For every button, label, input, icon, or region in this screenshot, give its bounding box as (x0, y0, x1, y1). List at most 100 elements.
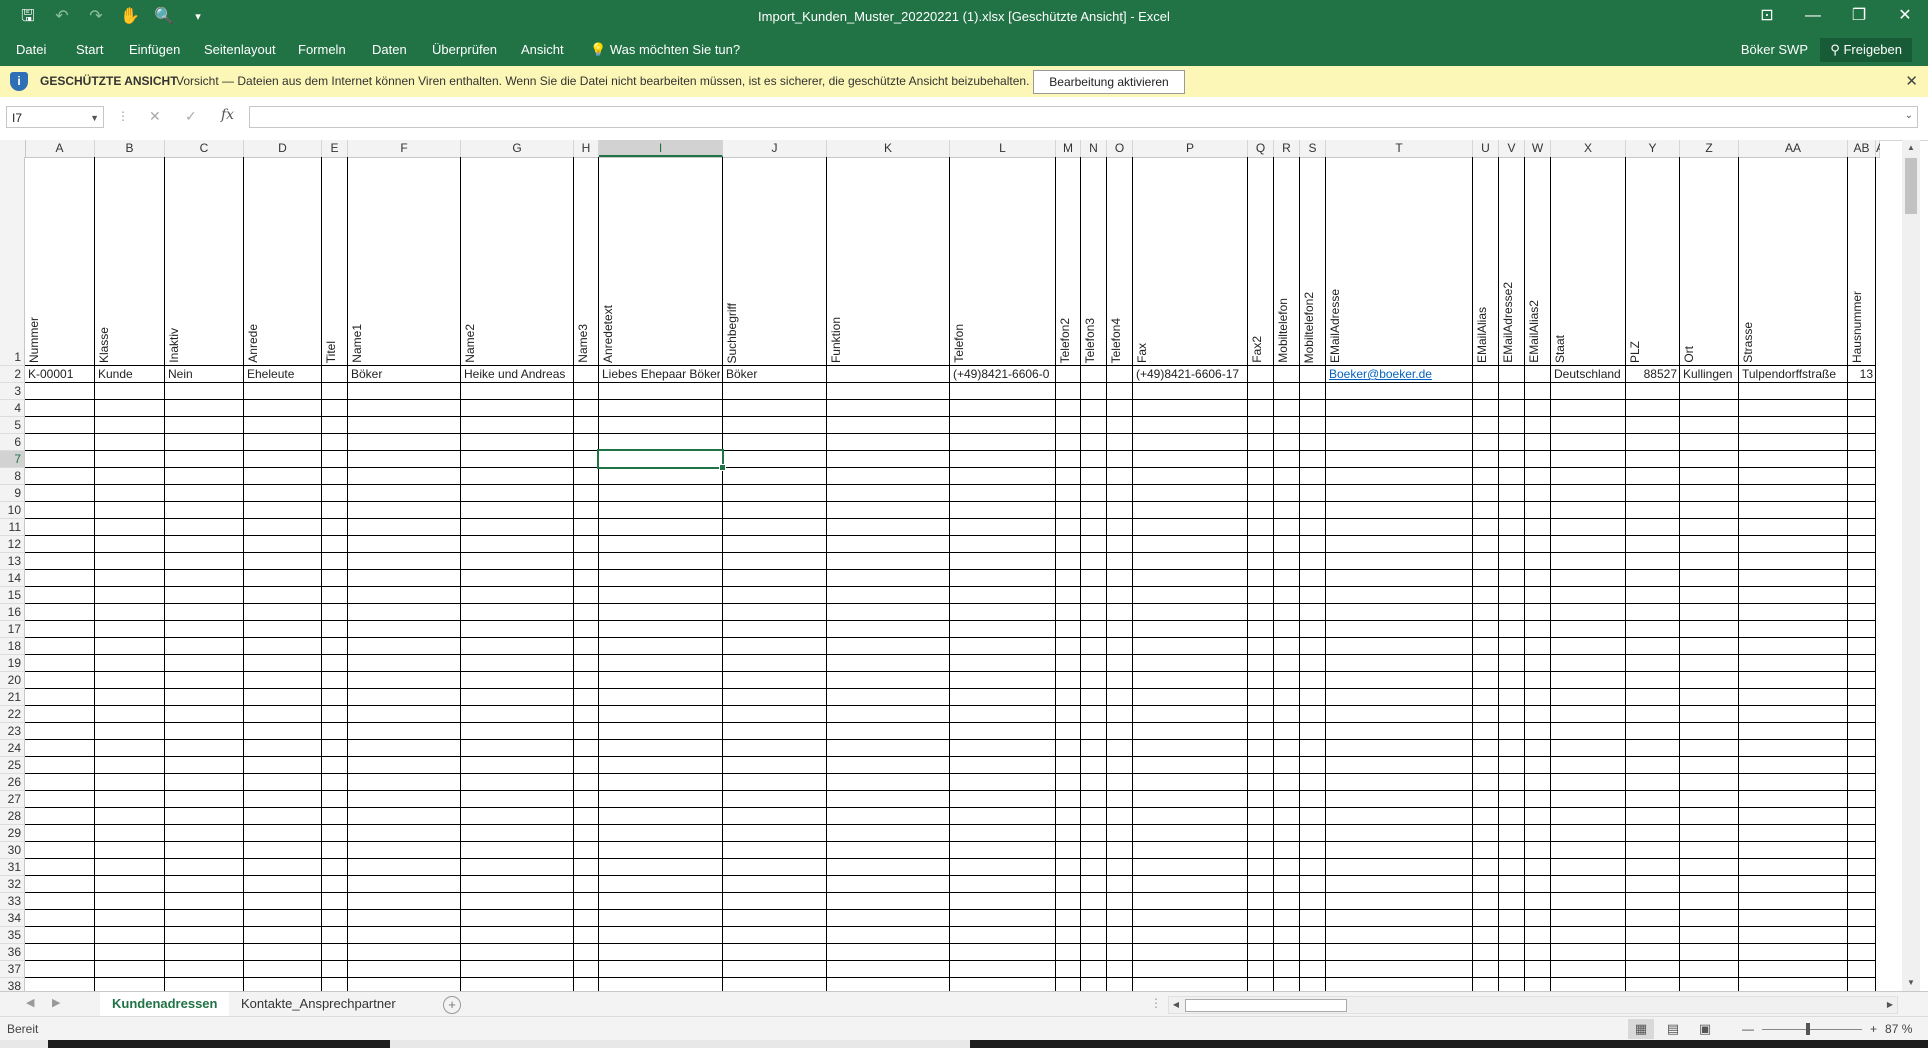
row-header-32[interactable]: 32 (0, 876, 25, 893)
column-header-r[interactable]: R (1274, 140, 1300, 157)
row-header-11[interactable]: 11 (0, 519, 25, 536)
row-header-15[interactable]: 15 (0, 587, 25, 604)
header-cell-j[interactable]: Suchbegriff (725, 303, 741, 364)
scroll-right-icon[interactable]: ▶ (1883, 997, 1897, 1013)
row-header-38[interactable]: 38 (0, 978, 25, 991)
row-header-1[interactable]: 1 (0, 157, 25, 366)
header-cell-aa[interactable]: Strasse (1741, 322, 1757, 363)
zoom-slider[interactable] (1762, 1022, 1862, 1035)
formula-input[interactable]: ⌄ (249, 106, 1918, 128)
row-header-17[interactable]: 17 (0, 621, 25, 638)
column-header-o[interactable]: O (1107, 140, 1133, 157)
row-header-7[interactable]: 7 (0, 451, 25, 468)
cell-b2[interactable]: Kunde (98, 366, 162, 383)
cell-j2[interactable]: Böker (726, 366, 824, 383)
row-header-37[interactable]: 37 (0, 961, 25, 978)
splitter-icon[interactable]: ⋮ (117, 109, 129, 123)
cell-ab2[interactable]: 13 (1851, 366, 1873, 383)
header-cell-s[interactable]: Mobiltelefon2 (1302, 292, 1318, 363)
restore-icon[interactable]: ❐ (1836, 0, 1882, 34)
header-cell-l[interactable]: Telefon (952, 324, 968, 363)
column-header-t[interactable]: T (1326, 140, 1473, 157)
column-header-i[interactable]: I (599, 140, 723, 157)
tab-start[interactable]: Start (76, 42, 103, 57)
row-header-29[interactable]: 29 (0, 825, 25, 842)
header-cell-t[interactable]: EMailAdresse (1328, 289, 1344, 363)
header-cell-z[interactable]: Ort (1682, 346, 1698, 363)
header-cell-x[interactable]: Staat (1553, 335, 1569, 363)
header-cell-c[interactable]: Inaktiv (167, 328, 183, 363)
prev-sheet-icon[interactable]: ◀ (26, 996, 34, 1009)
minimize-icon[interactable]: — (1790, 0, 1836, 34)
sheet-tab-kundenadressen[interactable]: Kundenadressen (100, 992, 230, 1019)
cell-t2[interactable]: Boeker@boeker.de (1329, 366, 1470, 383)
header-cell-e[interactable]: Titel (324, 341, 340, 363)
tab-einfuegen[interactable]: Einfügen (129, 42, 180, 57)
row-header-8[interactable]: 8 (0, 468, 25, 485)
zoom-level[interactable]: 87 % (1885, 1022, 1912, 1036)
row-header-26[interactable]: 26 (0, 774, 25, 791)
row-header-4[interactable]: 4 (0, 400, 25, 417)
column-header-aa[interactable]: AA (1739, 140, 1848, 157)
vertical-scrollbar[interactable]: ▲ ▼ (1902, 140, 1920, 991)
column-header-j[interactable]: J (723, 140, 827, 157)
expand-formula-icon[interactable]: ⌄ (1905, 110, 1913, 121)
row-header-31[interactable]: 31 (0, 859, 25, 876)
scroll-left-icon[interactable]: ◀ (1169, 997, 1183, 1013)
header-cell-v[interactable]: EMailAdresse2 (1501, 282, 1517, 363)
enable-editing-button[interactable]: Bearbeitung aktivieren (1033, 70, 1185, 94)
cell-aa2[interactable]: Tulpendorffstraße (1742, 366, 1845, 383)
header-cell-n[interactable]: Telefon3 (1083, 318, 1099, 363)
column-header-z[interactable]: Z (1680, 140, 1739, 157)
row-header-2[interactable]: 2 (0, 366, 25, 383)
column-header-p[interactable]: P (1133, 140, 1248, 157)
header-cell-f[interactable]: Name1 (350, 324, 366, 363)
tab-formeln[interactable]: Formeln (298, 42, 346, 57)
cell-z2[interactable]: Kullingen (1683, 366, 1736, 383)
cell-p2[interactable]: (+49)8421-6606-17 (1136, 366, 1245, 383)
header-cell-ac[interactable]: Info (1878, 343, 1880, 363)
row-header-16[interactable]: 16 (0, 604, 25, 621)
fill-handle[interactable] (719, 464, 726, 471)
column-header-q[interactable]: Q (1248, 140, 1274, 157)
add-sheet-icon[interactable]: + (443, 996, 461, 1014)
row-header-33[interactable]: 33 (0, 893, 25, 910)
insert-function-icon[interactable]: fx (221, 107, 234, 123)
horizontal-scrollbar[interactable]: ◀ ▶ (1168, 996, 1898, 1014)
zoom-in-icon[interactable]: + (1870, 1022, 1877, 1036)
scroll-down-icon[interactable]: ▼ (1902, 975, 1920, 991)
zoom-out-icon[interactable]: — (1742, 1022, 1754, 1036)
cell-i2[interactable]: Liebes Ehepaar Böker (602, 366, 720, 383)
header-cell-u[interactable]: EMailAlias (1475, 307, 1491, 363)
next-sheet-icon[interactable]: ▶ (52, 996, 60, 1009)
tell-me-search[interactable]: 💡 Was möchten Sie tun? (590, 42, 740, 58)
horizontal-scroll-thumb[interactable] (1185, 999, 1347, 1012)
column-header-m[interactable]: M (1056, 140, 1081, 157)
row-header-19[interactable]: 19 (0, 655, 25, 672)
row-header-21[interactable]: 21 (0, 689, 25, 706)
tab-datei[interactable]: Datei (16, 42, 46, 57)
column-header-c[interactable]: C (165, 140, 244, 157)
row-header-18[interactable]: 18 (0, 638, 25, 655)
scroll-up-icon[interactable]: ▲ (1902, 140, 1920, 156)
user-name[interactable]: Böker SWP (1741, 42, 1808, 57)
close-icon[interactable]: ✕ (1882, 0, 1928, 34)
column-header-a[interactable]: A (25, 140, 95, 157)
splitter-icon[interactable]: ⋮ (1150, 996, 1162, 1010)
name-box[interactable]: I7 ▼ (6, 106, 104, 128)
row-header-36[interactable]: 36 (0, 944, 25, 961)
header-cell-g[interactable]: Name2 (463, 324, 479, 363)
row-header-14[interactable]: 14 (0, 570, 25, 587)
row-header-5[interactable]: 5 (0, 417, 25, 434)
row-header-13[interactable]: 13 (0, 553, 25, 570)
header-cell-k[interactable]: Funktion (829, 317, 845, 363)
column-header-v[interactable]: V (1499, 140, 1525, 157)
ribbon-display-options-icon[interactable]: ⊡ (1744, 0, 1790, 34)
share-button[interactable]: ⚲ Freigeben (1820, 38, 1912, 62)
row-header-12[interactable]: 12 (0, 536, 25, 553)
row-header-3[interactable]: 3 (0, 383, 25, 400)
vertical-scroll-thumb[interactable] (1905, 158, 1917, 214)
cell-c2[interactable]: Nein (168, 366, 241, 383)
cell-g2[interactable]: Heike und Andreas (464, 366, 571, 383)
cell-d2[interactable]: Eheleute (247, 366, 319, 383)
